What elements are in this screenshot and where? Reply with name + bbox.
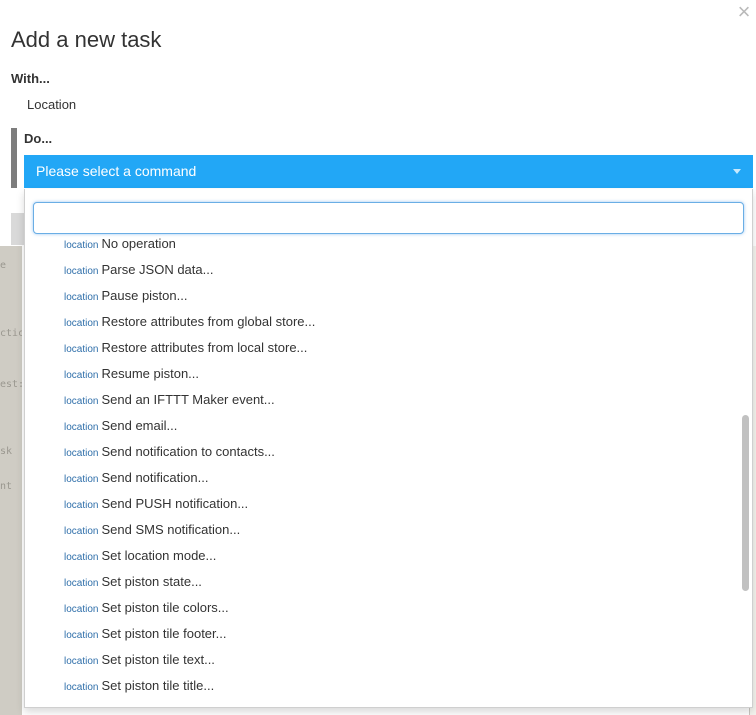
command-option[interactable]: location Set piston tile title... (25, 676, 741, 702)
scrollbar-thumb[interactable] (742, 415, 749, 591)
with-value: Location (27, 97, 77, 112)
option-label: Set piston tile colors... (101, 600, 229, 615)
command-option[interactable]: location Set piston tile footer... (25, 624, 741, 650)
option-label: Resume piston... (101, 366, 200, 381)
command-option[interactable]: location Parse JSON data... (25, 260, 741, 286)
option-label: Set location mode... (101, 548, 217, 563)
option-label: Send notification to contacts... (101, 444, 275, 459)
option-label: Set piston tile footer... (101, 626, 227, 641)
option-tag: location (64, 396, 99, 407)
command-option[interactable]: location Send notification... (25, 468, 741, 494)
command-option[interactable]: location Send email... (25, 416, 741, 442)
option-label: Send an IFTTT Maker event... (101, 392, 275, 407)
option-tag: location (64, 682, 99, 693)
command-option[interactable]: location Restore attributes from local st… (25, 338, 741, 364)
command-option[interactable]: location Resume piston... (25, 364, 741, 390)
option-label: Send PUSH notification... (101, 496, 249, 511)
command-option[interactable]: location Set piston tile text... (25, 650, 741, 676)
option-tag: location (64, 422, 99, 433)
option-tag: location (64, 318, 99, 329)
command-option[interactable]: location Send PUSH notification... (25, 494, 741, 520)
option-tag: location (64, 370, 99, 381)
option-label: Parse JSON data... (101, 262, 214, 277)
option-tag: location (64, 552, 99, 563)
option-tag: location (64, 292, 99, 303)
command-dropdown: location No operation location Parse JSON d… (24, 189, 753, 708)
option-tag: location (64, 500, 99, 511)
command-option[interactable]: location Send notification to contacts... (25, 442, 741, 468)
option-tag: location (64, 448, 99, 459)
command-option[interactable]: location Set piston tile colors... (25, 598, 741, 624)
command-option[interactable]: location Send an IFTTT Maker event... (25, 390, 741, 416)
option-tag: location (64, 344, 99, 355)
command-options-list: location No operation location Parse JSON d… (25, 234, 741, 702)
command-option[interactable]: location Set piston state... (25, 572, 741, 598)
command-option[interactable]: location Pause piston... (25, 286, 741, 312)
option-label: Set piston state... (101, 574, 202, 589)
chevron-down-icon (733, 169, 741, 174)
with-label: With... (11, 71, 50, 86)
obscured-button (11, 213, 25, 245)
option-tag: location (64, 240, 99, 251)
option-label: Set piston tile text... (101, 652, 215, 667)
option-label: Send notification... (101, 470, 209, 485)
command-select-placeholder: Please select a command (36, 163, 197, 179)
option-tag: location (64, 656, 99, 667)
option-label: Send SMS notification... (101, 522, 241, 537)
command-option[interactable]: location Restore attributes from global s… (25, 312, 741, 338)
do-section-marker (11, 128, 17, 188)
option-tag: location (64, 526, 99, 537)
option-label: Restore attributes from global store... (101, 314, 316, 329)
option-tag: location (64, 630, 99, 641)
command-option[interactable]: location No operation (25, 234, 741, 260)
option-label: Send email... (101, 418, 178, 433)
option-tag: location (64, 266, 99, 277)
background-page-left: e ctic est: sk nt (0, 246, 22, 715)
option-label: Set piston tile title... (101, 678, 215, 693)
command-select[interactable]: Please select a command (24, 155, 753, 188)
close-button[interactable]: × (734, 0, 754, 24)
option-tag: location (64, 578, 99, 589)
option-label: Pause piston... (101, 288, 188, 303)
option-tag: location (64, 604, 99, 615)
option-label: No operation (101, 236, 176, 251)
command-option[interactable]: location Send SMS notification... (25, 520, 741, 546)
command-search-input[interactable] (33, 202, 744, 234)
option-tag: location (64, 474, 99, 485)
command-option[interactable]: location Set location mode... (25, 546, 741, 572)
option-label: Restore attributes from local store... (101, 340, 308, 355)
do-label: Do... (24, 131, 53, 146)
dialog-title: Add a new task (11, 27, 162, 52)
